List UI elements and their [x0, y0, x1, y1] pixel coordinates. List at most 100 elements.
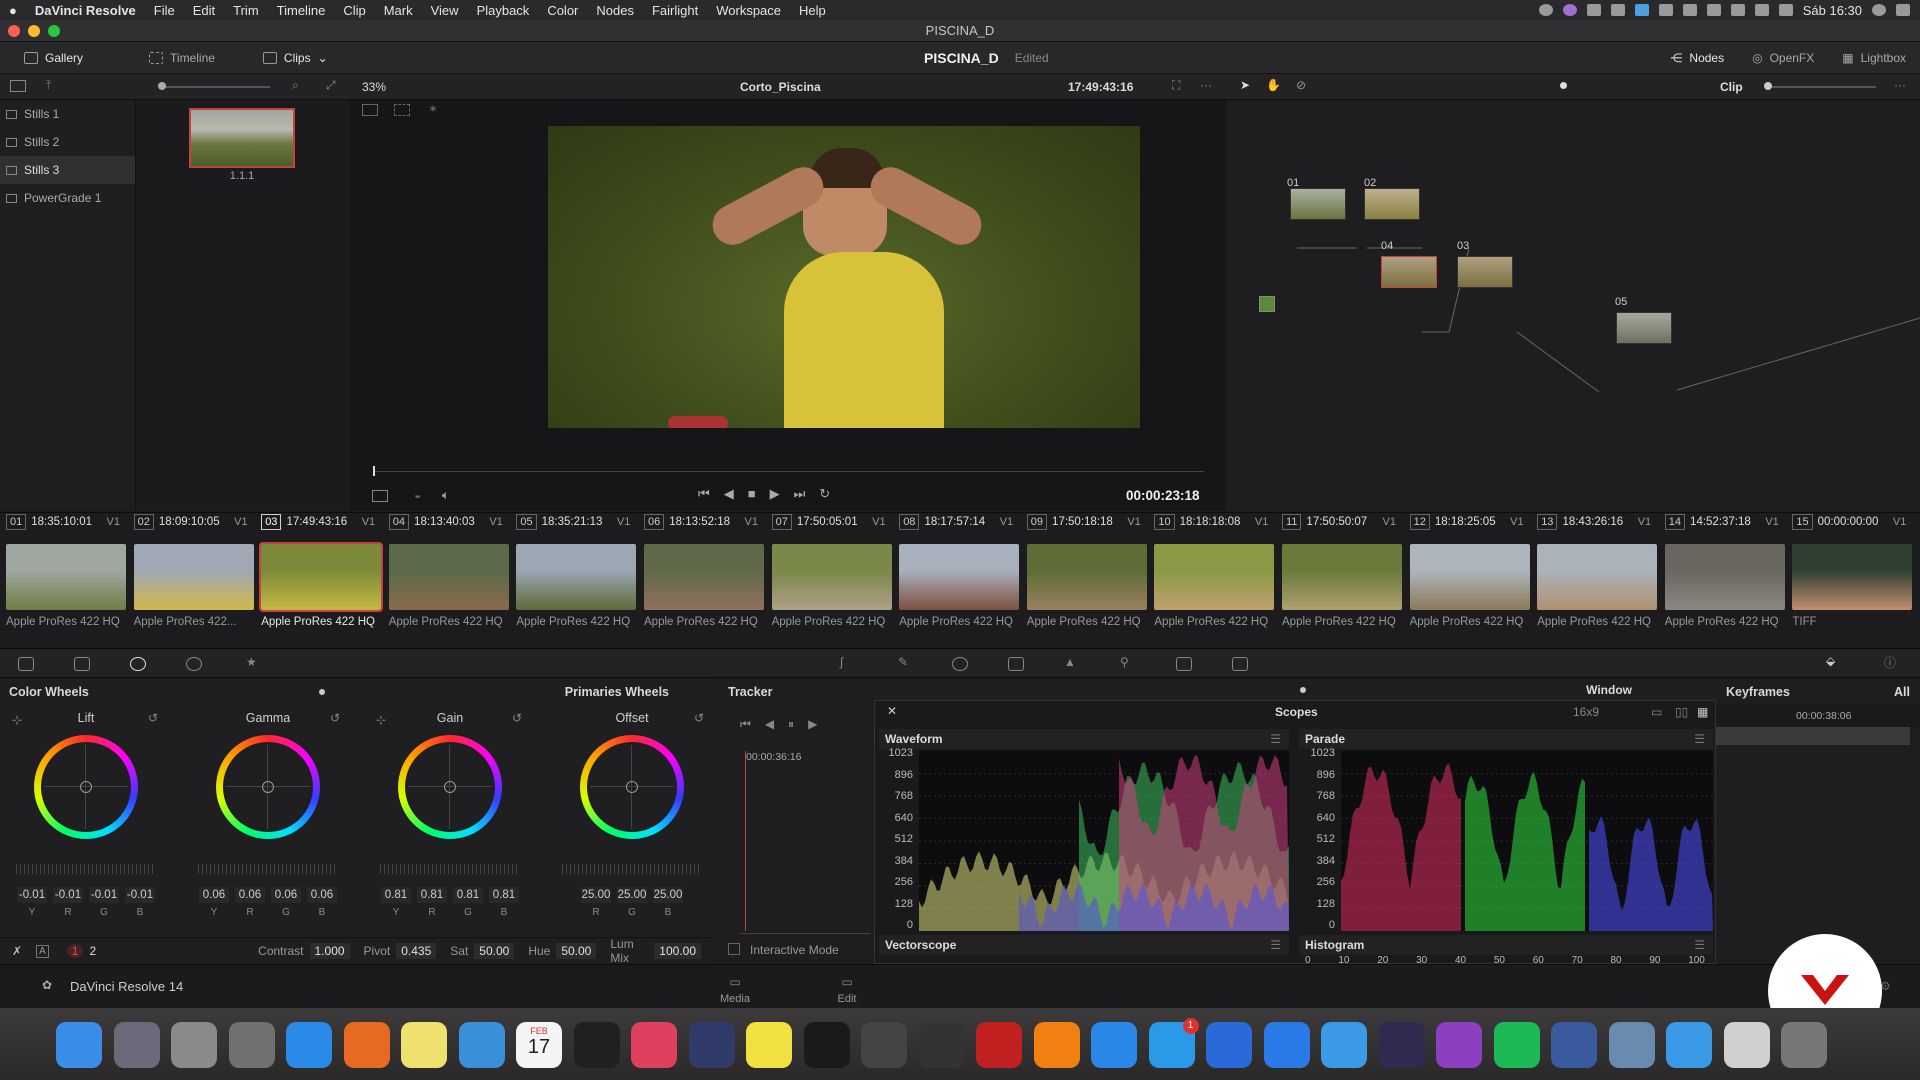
hue-value[interactable]: 50.00 — [556, 943, 597, 959]
master-wheel-slider[interactable] — [198, 864, 338, 874]
node-02[interactable] — [1364, 188, 1420, 220]
menu-playback[interactable]: Playback — [468, 3, 539, 18]
wheel-value[interactable]: 0.06 — [235, 887, 265, 903]
wheel-puck[interactable] — [626, 781, 638, 793]
grid-icon[interactable] — [1586, 4, 1601, 16]
menu-view[interactable]: View — [422, 3, 468, 18]
app-icon[interactable] — [803, 1022, 850, 1068]
siri-icon[interactable] — [1562, 4, 1577, 16]
calendar-icon[interactable]: FEB 17 — [516, 1022, 562, 1068]
music-icon[interactable] — [631, 1022, 677, 1068]
wheel-value[interactable]: -0.01 — [125, 887, 155, 903]
system-preferences-icon[interactable] — [228, 1022, 275, 1068]
clip-thumbnail[interactable] — [133, 544, 254, 610]
volume-icon[interactable] — [1778, 4, 1793, 16]
timeline-clip[interactable]: 05 18:35:21:13 V1 Apple ProRes 422 HQ — [510, 513, 637, 635]
scrubber-playhead[interactable] — [373, 466, 375, 476]
search-icon[interactable]: ⌕ — [292, 78, 299, 93]
video-frame[interactable] — [548, 126, 1140, 428]
keyframe-track[interactable] — [1716, 727, 1910, 745]
app-icon[interactable] — [1436, 1022, 1482, 1068]
info-icon[interactable]: ⓘ — [1884, 654, 1896, 671]
menu-help[interactable]: Help — [790, 3, 835, 18]
go-to-end-icon[interactable]: ⏭ — [794, 486, 806, 502]
clip-thumbnail[interactable] — [259, 542, 384, 612]
menu-trim[interactable]: Trim — [224, 3, 268, 18]
clip-thumbnail[interactable] — [6, 544, 126, 610]
sat-value[interactable]: 50.00 — [474, 943, 515, 959]
parade-select[interactable]: Parade — [1305, 732, 1345, 746]
tracker-icon[interactable] — [1008, 657, 1024, 671]
wheel-value[interactable]: 0.06 — [271, 887, 301, 903]
adjust-icon[interactable]: ✗ — [12, 944, 22, 958]
vectorscope-settings-icon[interactable]: ☰ — [1270, 938, 1281, 952]
track-back-icon[interactable]: ◀ — [765, 717, 774, 732]
fit-icon[interactable]: ⤢ — [326, 78, 336, 93]
documents-icon[interactable] — [1723, 1022, 1770, 1068]
menu-file[interactable]: File — [145, 3, 184, 18]
wheel-value[interactable]: 0.06 — [307, 887, 337, 903]
import-icon[interactable]: ⤒ — [46, 78, 51, 93]
go-to-start-icon[interactable]: ⏮ — [698, 486, 710, 502]
timeline-button[interactable]: Timeline — [135, 51, 229, 65]
timeline-clip[interactable]: 02 18:09:10:05 V1 Apple ProRes 422... — [128, 513, 254, 635]
reset-gain-icon[interactable]: ↺ — [512, 711, 522, 725]
page-2[interactable]: 2 — [89, 944, 96, 958]
menu-color[interactable]: Color — [538, 3, 587, 18]
node-05[interactable] — [1616, 312, 1672, 344]
clip-thumbnail[interactable] — [1792, 544, 1913, 610]
master-wheel-slider[interactable] — [562, 864, 702, 874]
wheel-value[interactable]: 25.00 — [581, 887, 611, 903]
node-01[interactable] — [1290, 188, 1346, 220]
menu-edit[interactable]: Edit — [184, 3, 224, 18]
zoom-window-icon[interactable] — [48, 25, 60, 37]
lummix-value[interactable]: 100.00 — [654, 943, 701, 959]
color-match-icon[interactable] — [74, 657, 90, 671]
wheel-puck[interactable] — [262, 781, 274, 793]
motion-effects-icon[interactable]: ★ — [246, 655, 257, 669]
clip-thumbnail[interactable] — [1537, 544, 1658, 610]
thumb-size-handle[interactable] — [158, 82, 166, 90]
still-thumbnail[interactable] — [189, 108, 295, 168]
node-mode[interactable]: Clip — [1720, 80, 1743, 94]
timeline-clip[interactable]: 04 18:13:40:03 V1 Apple ProRes 422 HQ — [383, 513, 509, 635]
node-options-icon[interactable]: ··· — [1894, 78, 1906, 92]
keyframe-filter[interactable]: All — [1894, 685, 1910, 699]
paint-icon[interactable]: ⬙ — [1826, 654, 1835, 668]
preview-icon[interactable] — [171, 1022, 217, 1068]
xcode-icon[interactable] — [1263, 1022, 1310, 1068]
timeline-clip[interactable]: 14 14:52:37:18 V1 Apple ProRes 422 HQ — [1659, 513, 1785, 635]
layout-dual-icon[interactable]: ▯▯ — [1675, 705, 1688, 719]
picker-gain-icon[interactable]: ⊹ — [376, 713, 386, 727]
finder-icon[interactable] — [56, 1022, 102, 1068]
master-wheel-slider[interactable] — [16, 864, 156, 874]
track-start-icon[interactable]: ⏮ — [740, 717, 751, 732]
clip-thumbnail[interactable] — [1026, 544, 1147, 610]
sizing-icon[interactable] — [1176, 657, 1192, 671]
filezilla-icon[interactable] — [1033, 1022, 1080, 1068]
wheel-value[interactable]: -0.01 — [53, 887, 83, 903]
album-powergrade-1[interactable]: PowerGrade 1 — [0, 184, 135, 212]
hand-icon[interactable]: ✋ — [1266, 78, 1281, 92]
app-store-icon[interactable]: 1 — [1148, 1018, 1199, 1068]
waveform-settings-icon[interactable]: ☰ — [1270, 732, 1281, 746]
video-icon[interactable] — [918, 1022, 965, 1068]
timeline-clip[interactable]: 11 17:50:50:07 V1 Apple ProRes 422 HQ — [1276, 513, 1402, 635]
vlc-icon[interactable] — [1091, 1022, 1137, 1068]
media-page-button[interactable]: Media — [706, 993, 764, 1005]
keyboard-icon[interactable] — [1658, 4, 1673, 16]
window-icon[interactable] — [952, 657, 968, 671]
parade-settings-icon[interactable]: ☰ — [1694, 732, 1705, 746]
edit-page-icon[interactable]: ▭ — [832, 975, 862, 989]
loop-region-icon[interactable]: ◒ — [414, 488, 421, 502]
viewer-timecode[interactable]: 00:00:23:18 — [1126, 488, 1200, 503]
menu-clip[interactable]: Clip — [334, 3, 374, 18]
curves-icon[interactable]: ∫ — [840, 655, 843, 669]
timeline-clip[interactable]: 10 18:18:18:08 V1 Apple ProRes 422 HQ — [1148, 513, 1275, 635]
timeline-clip[interactable]: 08 18:17:57:14 V1 Apple ProRes 422 HQ — [893, 513, 1020, 635]
wheels-mode[interactable]: Primaries Wheels — [565, 685, 669, 699]
app-icon[interactable] — [1378, 1022, 1425, 1068]
node-zoom-slider[interactable] — [1766, 86, 1876, 88]
interactive-checkbox[interactable] — [728, 943, 740, 955]
launchpad-icon[interactable] — [113, 1022, 160, 1068]
